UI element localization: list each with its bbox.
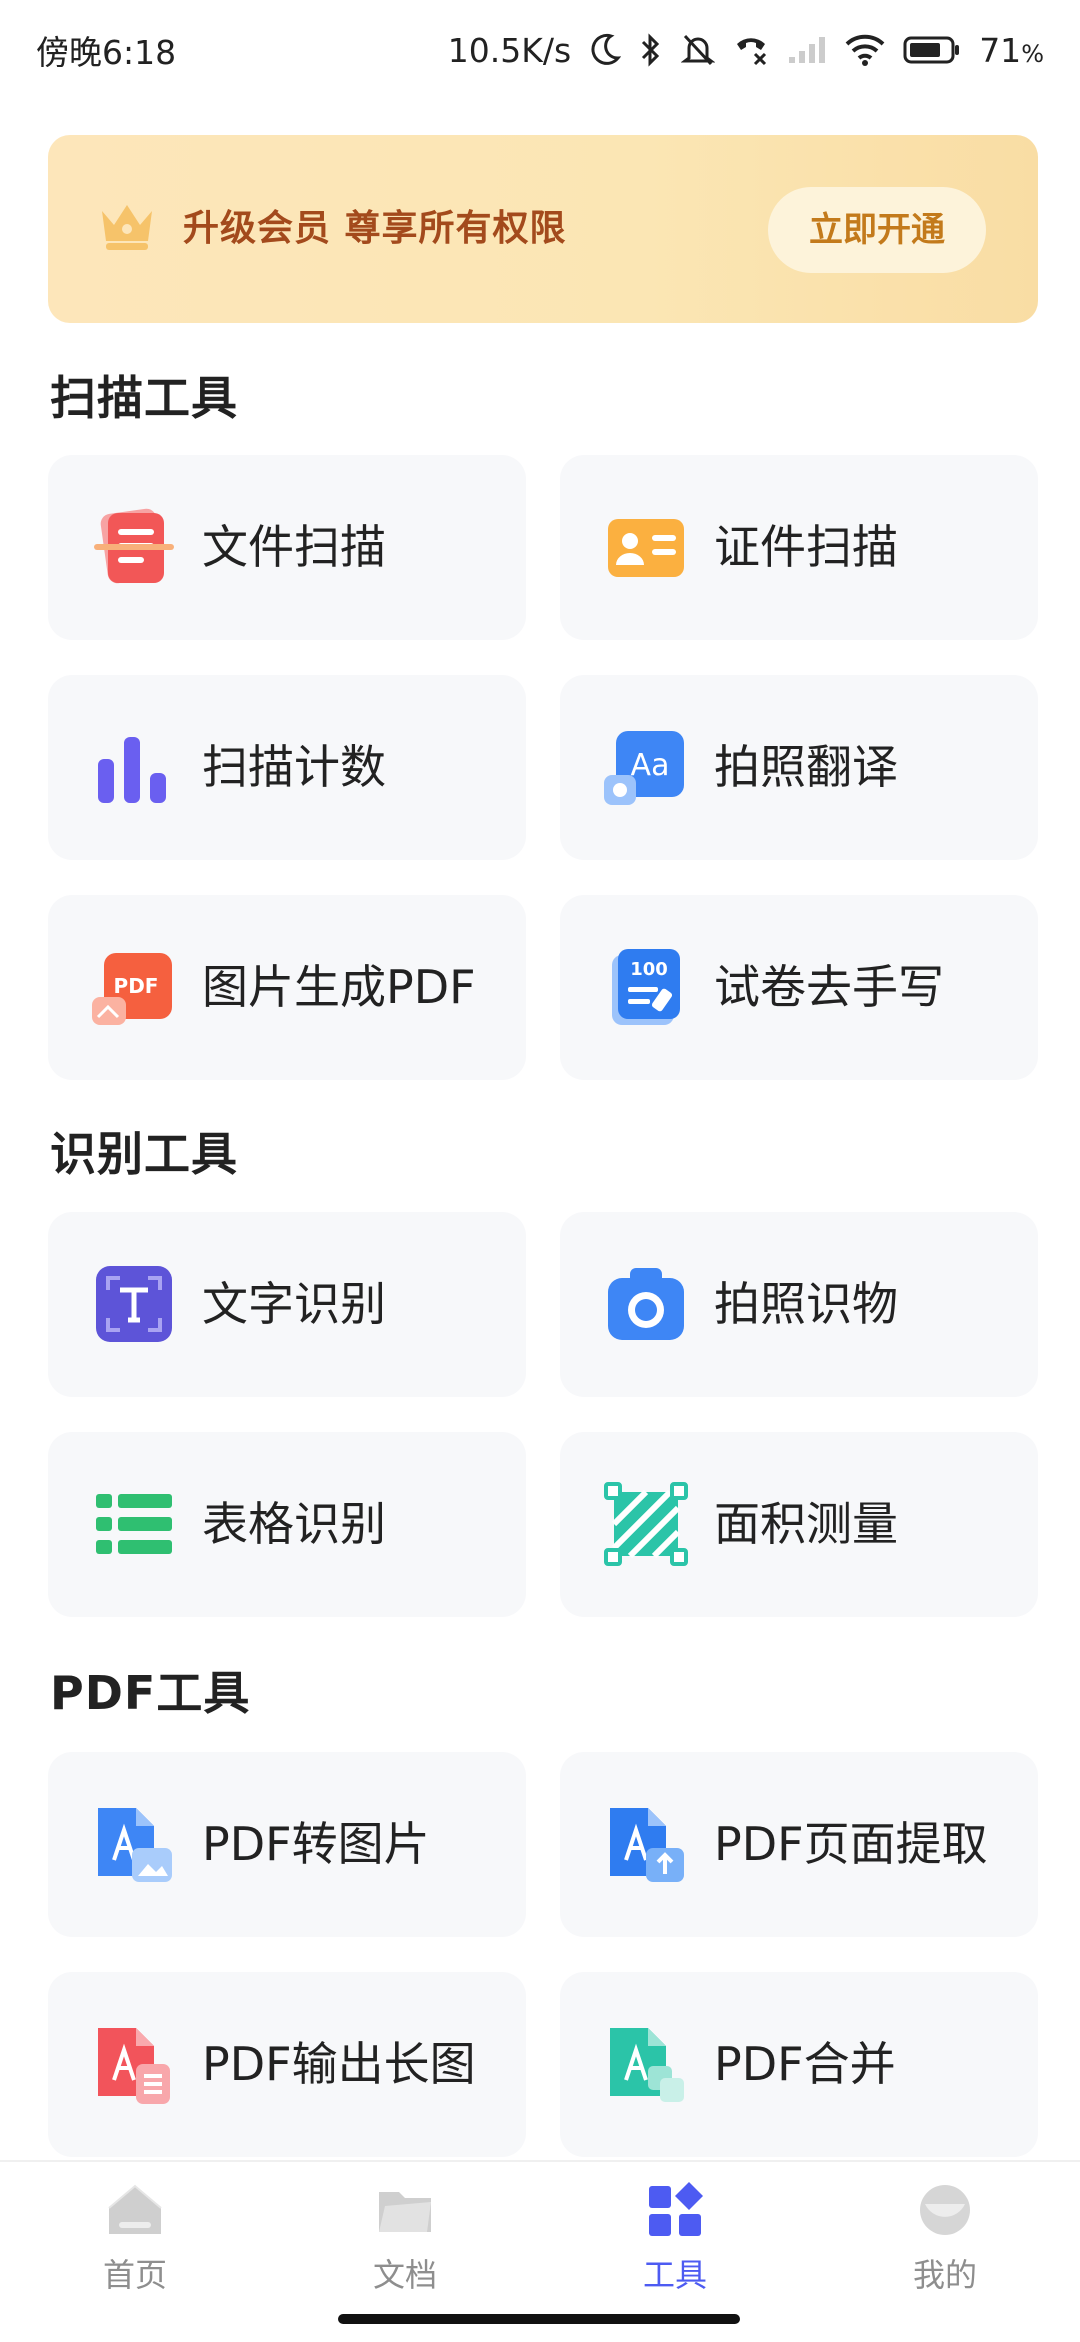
tool-image-to-pdf[interactable]: PDF 图片生成PDF <box>48 895 526 1080</box>
image-to-pdf-icon: PDF <box>90 943 178 1031</box>
moon-icon <box>589 33 622 67</box>
banner-text: 升级会员 尊享所有权限 <box>183 208 567 249</box>
tool-label: 拍照识物 <box>714 1277 898 1331</box>
exam-paper-icon: 100 <box>602 943 690 1031</box>
tool-label: 文件扫描 <box>202 520 386 574</box>
bell-muted-icon <box>681 32 716 68</box>
battery-icon <box>903 35 961 65</box>
nav-tools[interactable]: 工具 <box>585 2180 765 2296</box>
tool-scan-count[interactable]: 扫描计数 <box>48 675 526 860</box>
tool-label: 试卷去手写 <box>714 960 944 1014</box>
tool-id-card-scan[interactable]: 证件扫描 <box>560 455 1038 640</box>
pdf-merge-icon <box>602 2020 690 2108</box>
section-title-scan-tools: 扫描工具 <box>50 371 238 425</box>
nav-home[interactable]: 首页 <box>45 2180 225 2296</box>
activate-now-button[interactable]: 立即开通 <box>768 187 986 273</box>
call-blocked-icon <box>733 32 769 68</box>
table-recognition-icon <box>90 1480 178 1568</box>
pdf-long-image-icon <box>90 2020 178 2108</box>
tool-label: PDF合并 <box>714 2037 896 2091</box>
tool-label: 拍照翻译 <box>714 740 898 794</box>
bar-count-icon <box>90 723 178 811</box>
pdf-to-image-icon <box>90 1800 178 1888</box>
bluetooth-icon <box>639 32 663 68</box>
tool-label: 面积测量 <box>714 1497 898 1551</box>
tool-table-recognition[interactable]: 表格识别 <box>48 1432 526 1617</box>
nav-profile[interactable]: 我的 <box>855 2180 1035 2296</box>
pdf-extract-icon <box>602 1800 690 1888</box>
profile-icon <box>915 2180 975 2240</box>
id-card-icon <box>602 503 690 591</box>
member-upgrade-banner[interactable]: 升级会员 尊享所有权限 立即开通 <box>48 135 1038 323</box>
tool-photo-identify[interactable]: 拍照识物 <box>560 1212 1038 1397</box>
nav-documents[interactable]: 文档 <box>315 2180 495 2296</box>
section-title-pdf-tools: PDF工具 <box>50 1666 251 1720</box>
photo-translate-icon: Aa <box>602 723 690 811</box>
document-scan-icon <box>90 503 178 591</box>
tools-icon <box>645 2180 705 2240</box>
tool-text-recognition[interactable]: 文字识别 <box>48 1212 526 1397</box>
crown-icon <box>98 199 156 257</box>
svg-text:100: 100 <box>630 959 668 980</box>
tool-photo-translate[interactable]: Aa 拍照翻译 <box>560 675 1038 860</box>
tool-label: PDF页面提取 <box>714 1817 988 1871</box>
tool-label: 图片生成PDF <box>202 960 476 1014</box>
tool-exam-remove-handwriting[interactable]: 100 试卷去手写 <box>560 895 1038 1080</box>
tool-pdf-long-image[interactable]: PDF输出长图 <box>48 1972 526 2157</box>
svg-text:PDF: PDF <box>114 974 159 998</box>
tool-label: 表格识别 <box>202 1497 386 1551</box>
status-bar: 傍晚6:18 10.5K/s 71% <box>0 0 1080 100</box>
tool-pdf-page-extract[interactable]: PDF页面提取 <box>560 1752 1038 1937</box>
net-speed: 10.5K/s <box>447 30 572 70</box>
tool-pdf-to-image[interactable]: PDF转图片 <box>48 1752 526 1937</box>
signal-icon <box>787 35 827 65</box>
tool-label: PDF转图片 <box>202 1817 430 1871</box>
tool-pdf-merge[interactable]: PDF合并 <box>560 1972 1038 2157</box>
folder-icon <box>375 2180 435 2240</box>
text-recognition-icon <box>90 1260 178 1348</box>
battery-level: 71% <box>979 30 1044 70</box>
wifi-icon <box>845 34 885 66</box>
camera-icon <box>602 1260 690 1348</box>
tool-label: PDF输出长图 <box>202 2037 476 2091</box>
tool-document-scan[interactable]: 文件扫描 <box>48 455 526 640</box>
svg-text:Aa: Aa <box>631 748 670 783</box>
home-icon <box>105 2180 165 2240</box>
tool-area-measure[interactable]: 面积测量 <box>560 1432 1038 1617</box>
home-indicator[interactable] <box>338 2314 740 2324</box>
status-time: 傍晚6:18 <box>36 33 177 72</box>
tool-label: 扫描计数 <box>202 740 386 794</box>
area-measure-icon <box>602 1480 690 1568</box>
section-title-recognition-tools: 识别工具 <box>50 1127 238 1181</box>
tool-label: 证件扫描 <box>714 520 898 574</box>
status-icons: 10.5K/s 71% <box>448 31 1044 70</box>
tool-label: 文字识别 <box>202 1277 386 1331</box>
